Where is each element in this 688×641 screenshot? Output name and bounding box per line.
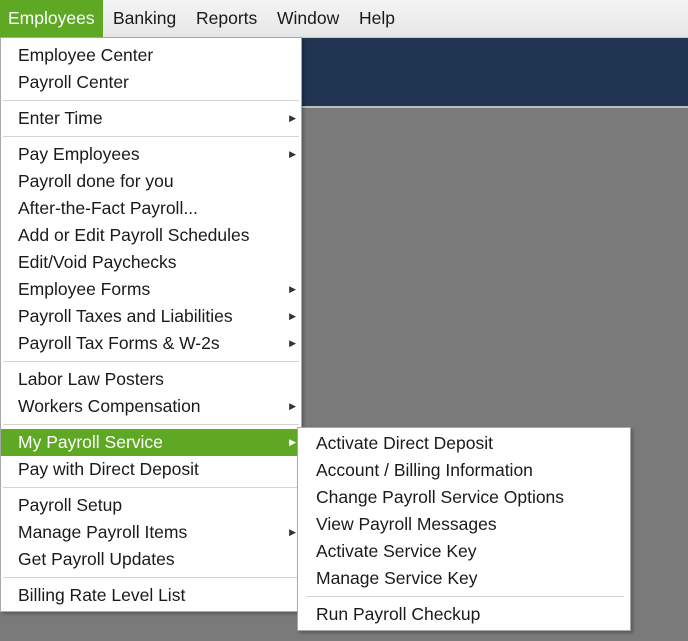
menu-item-label: Payroll done for you [18,171,174,191]
menu-item-payroll-tax-forms[interactable]: Payroll Tax Forms & W-2s ▶ [1,330,301,357]
menu-item-label: Run Payroll Checkup [316,604,481,624]
menu-item-manage-payroll-items[interactable]: Manage Payroll Items ▶ [1,519,301,546]
menu-item-workers-compensation[interactable]: Workers Compensation ▶ [1,393,301,420]
menu-separator [3,424,299,425]
menu-item-label: Employee Forms [18,279,151,299]
menu-item-payroll-schedules[interactable]: Add or Edit Payroll Schedules [1,222,301,249]
menu-item-label: My Payroll Service [18,432,163,452]
right-triangle-icon: ▶ [289,401,296,411]
menu-item-label: Payroll Setup [18,495,123,515]
menu-window[interactable]: Window [269,0,347,37]
menu-banking[interactable]: Banking [105,0,184,37]
menu-reports[interactable]: Reports [188,0,265,37]
menu-item-label: Labor Law Posters [18,369,164,389]
menu-item-payroll-setup[interactable]: Payroll Setup [1,492,301,519]
menu-item-payroll-center[interactable]: Payroll Center [1,69,301,96]
menu-help[interactable]: Help [351,0,403,37]
menu-item-label: Get Payroll Updates [18,549,175,569]
submenu-item-view-payroll-messages[interactable]: View Payroll Messages [298,511,630,538]
menu-item-label: Manage Service Key [316,568,478,588]
menu-item-label: Enter Time [18,108,103,128]
menu-item-label: Account / Billing Information [316,460,533,480]
menu-item-label: Workers Compensation [18,396,201,416]
menu-item-label: After-the-Fact Payroll... [18,198,198,218]
submenu-item-activate-direct-deposit[interactable]: Activate Direct Deposit [298,430,630,457]
right-triangle-icon: ▶ [289,149,296,159]
menu-separator [3,100,299,101]
right-triangle-icon: ▶ [289,284,296,294]
right-triangle-icon: ▶ [289,311,296,321]
menu-item-label: View Payroll Messages [316,514,497,534]
menu-item-label: Add or Edit Payroll Schedules [18,225,250,245]
right-triangle-icon: ▶ [289,527,296,537]
employees-menu: Employee Center Payroll Center Enter Tim… [0,37,302,612]
menu-employees[interactable]: Employees [0,0,103,37]
menu-item-payroll-taxes-liabilities[interactable]: Payroll Taxes and Liabilities ▶ [1,303,301,330]
menu-item-label: Billing Rate Level List [18,585,186,605]
menu-item-edit-void-paychecks[interactable]: Edit/Void Paychecks [1,249,301,276]
menu-item-my-payroll-service[interactable]: My Payroll Service ▶ [1,429,301,456]
submenu-item-account-billing[interactable]: Account / Billing Information [298,457,630,484]
menu-separator [3,136,299,137]
menu-item-label: Pay with Direct Deposit [18,459,199,479]
right-triangle-icon: ▶ [289,113,296,123]
submenu-item-run-payroll-checkup[interactable]: Run Payroll Checkup [298,601,630,628]
menu-item-billing-rate-level-list[interactable]: Billing Rate Level List [1,582,301,609]
menu-item-label: Activate Service Key [316,541,477,561]
menu-item-pay-with-direct-deposit[interactable]: Pay with Direct Deposit [1,456,301,483]
menu-item-label: Activate Direct Deposit [316,433,494,453]
menu-item-employee-center[interactable]: Employee Center [1,42,301,69]
payroll-service-submenu: Activate Direct Deposit Account / Billin… [297,427,631,631]
menu-item-label: Manage Payroll Items [18,522,188,542]
menu-separator [3,577,299,578]
menu-item-label: Payroll Taxes and Liabilities [18,306,233,326]
menu-item-label: Payroll Tax Forms & W-2s [18,333,220,353]
menu-item-pay-employees[interactable]: Pay Employees ▶ [1,141,301,168]
menu-separator [3,487,299,488]
menu-separator [3,361,299,362]
right-triangle-icon: ▶ [289,338,296,348]
menu-item-label: Edit/Void Paychecks [18,252,177,272]
menu-item-label: Employee Center [18,45,154,65]
menu-item-labor-law-posters[interactable]: Labor Law Posters [1,366,301,393]
menu-item-payroll-done-for-you[interactable]: Payroll done for you [1,168,301,195]
menu-item-label: Pay Employees [18,144,140,164]
menu-bar: Employees Banking Reports Window Help [0,0,688,38]
menu-item-get-payroll-updates[interactable]: Get Payroll Updates [1,546,301,573]
menu-separator [306,596,624,597]
menu-item-enter-time[interactable]: Enter Time ▶ [1,105,301,132]
app-header-band [300,38,688,106]
menu-item-after-the-fact-payroll[interactable]: After-the-Fact Payroll... [1,195,301,222]
submenu-item-manage-service-key[interactable]: Manage Service Key [298,565,630,592]
right-triangle-icon: ▶ [289,437,296,447]
menu-item-label: Change Payroll Service Options [316,487,565,507]
menu-item-label: Payroll Center [18,72,129,92]
menu-item-employee-forms[interactable]: Employee Forms ▶ [1,276,301,303]
submenu-item-activate-service-key[interactable]: Activate Service Key [298,538,630,565]
submenu-item-change-service-options[interactable]: Change Payroll Service Options [298,484,630,511]
